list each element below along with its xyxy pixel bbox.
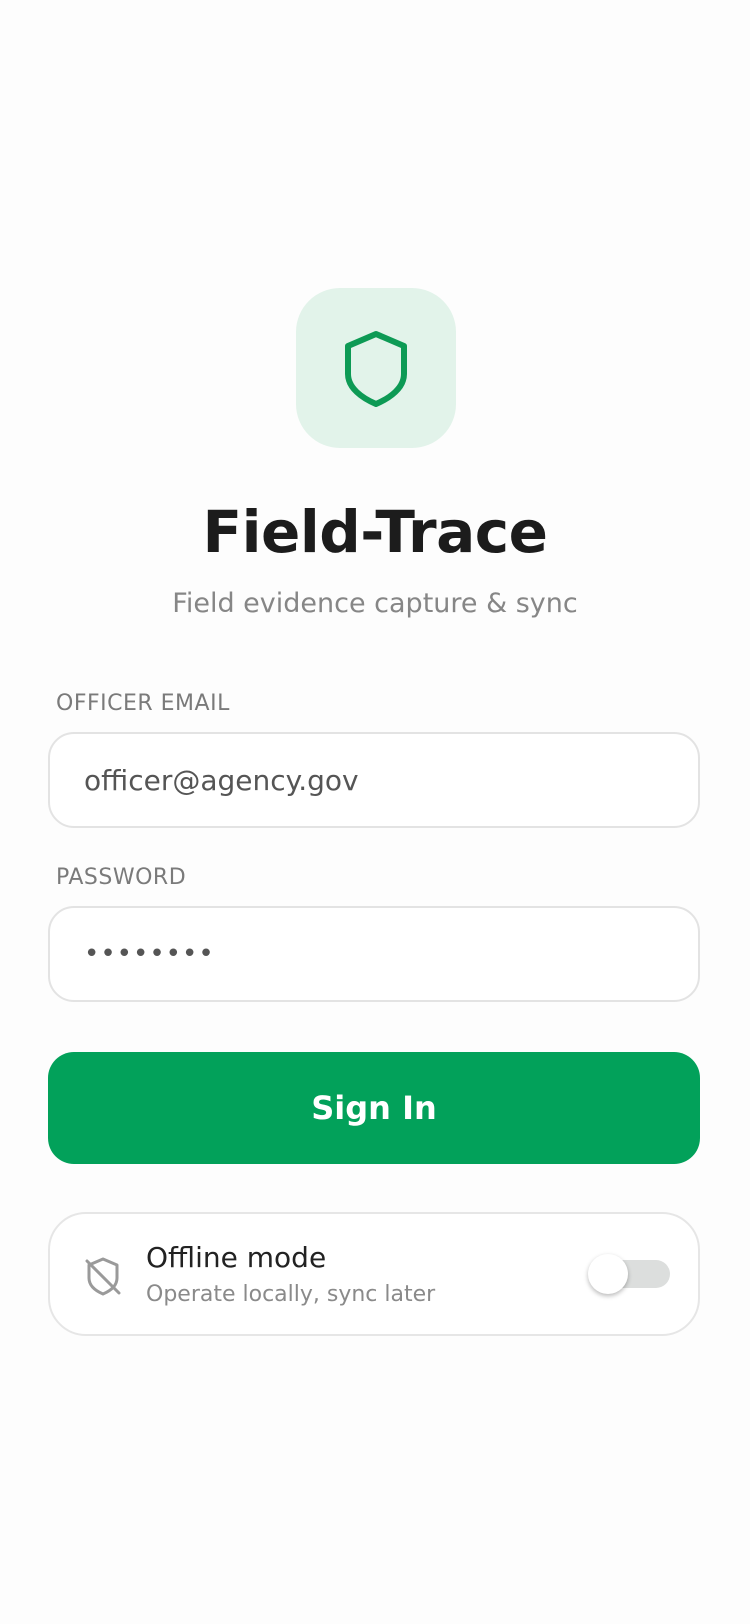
password-label: PASSWORD — [56, 865, 187, 890]
offline-mode-subtitle: Operate locally, sync later — [146, 1282, 436, 1307]
email-value: officer@agency.gov — [84, 763, 359, 797]
toggle-knob — [588, 1254, 628, 1294]
sign-in-button[interactable]: Sign In — [48, 1052, 700, 1164]
shield-icon — [345, 331, 407, 407]
app-subtitle: Field evidence capture & sync — [172, 588, 578, 619]
password-value: •••••••• — [84, 939, 215, 969]
email-field[interactable]: officer@agency.gov — [48, 732, 700, 828]
offline-mode-toggle[interactable] — [588, 1254, 672, 1294]
offline-mode-card: Offline mode Operate locally, sync later — [48, 1212, 700, 1336]
password-field[interactable]: •••••••• — [48, 906, 700, 1002]
email-label: OFFICER EMAIL — [56, 691, 230, 716]
shield-off-icon — [85, 1257, 121, 1296]
app-logo — [296, 288, 456, 448]
offline-mode-title: Offline mode — [146, 1241, 327, 1274]
app-title: Field-Trace — [202, 498, 548, 566]
